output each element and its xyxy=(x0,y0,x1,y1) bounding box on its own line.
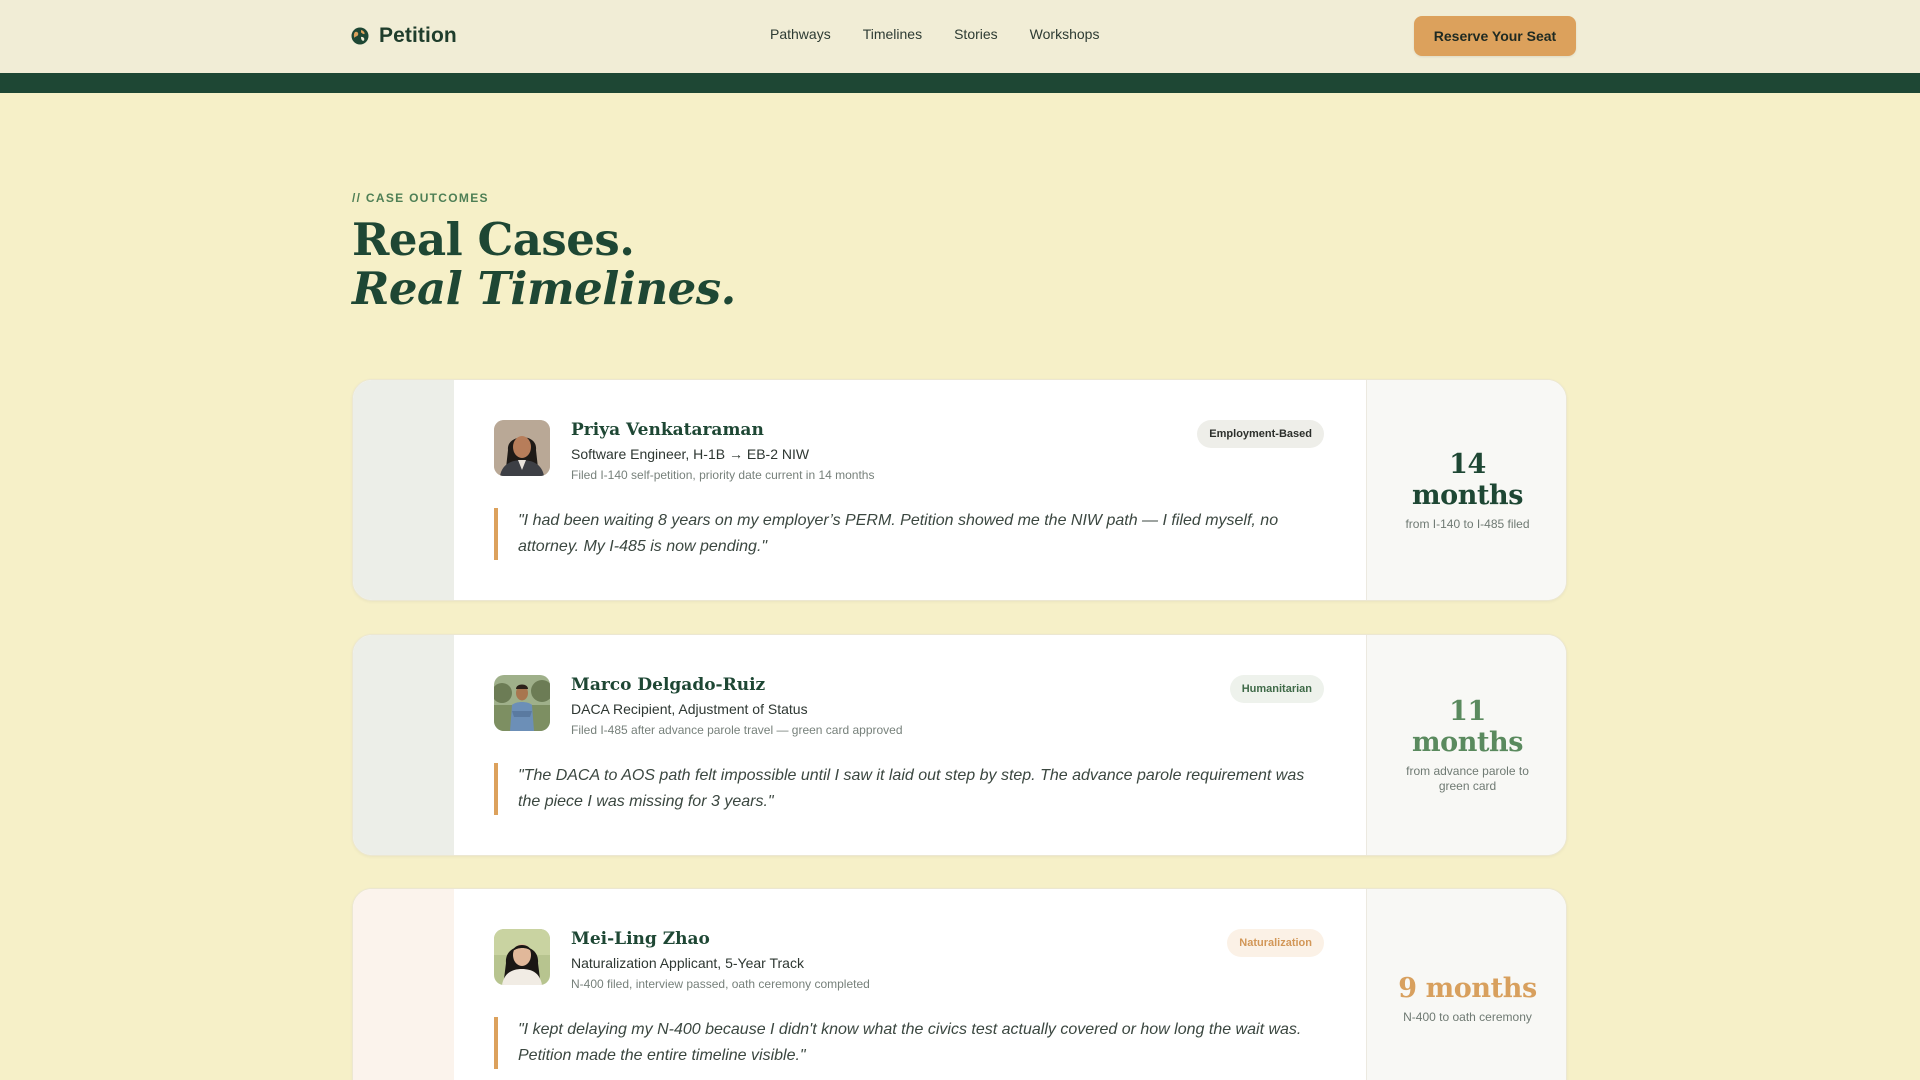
case-person-name: Marco Delgado-Ruiz xyxy=(571,675,766,695)
category-badge: Humanitarian xyxy=(1229,675,1324,703)
card-side-panel xyxy=(353,889,454,1080)
main-nav: Pathways Timelines Stories Workshops xyxy=(770,26,1099,42)
case-person-name: Mei-Ling Zhao xyxy=(571,929,710,949)
avatar xyxy=(494,420,550,476)
section-headline: Real Cases. Real Timelines. xyxy=(352,215,736,313)
card-side-panel xyxy=(353,635,454,855)
category-badge: Employment-Based xyxy=(1197,420,1324,448)
brand-logo-link[interactable]: Petition xyxy=(351,22,457,50)
case-card: Priya Venkataraman Software Engineer, H-… xyxy=(352,379,1567,601)
case-person-role: DACA Recipient, Adjustment of Status xyxy=(571,701,808,717)
stat-caption: from I-140 to I-485 filed xyxy=(1405,516,1530,531)
reserve-seat-button[interactable]: Reserve Your Seat xyxy=(1414,16,1576,56)
case-card: Mei-Ling Zhao Naturalization Applicant, … xyxy=(352,888,1567,1080)
globe-logo-icon xyxy=(351,27,369,45)
testimonial-quote: "I kept delaying my N-400 because I didn… xyxy=(494,1017,1324,1069)
timeline-stat: 11 months from advance parole to green c… xyxy=(1366,635,1566,855)
case-person-role: Software Engineer, H-1B → EB-2 NIW xyxy=(571,446,810,462)
stat-caption: from advance parole to green card xyxy=(1406,764,1529,793)
case-person-name: Priya Venkataraman xyxy=(571,420,764,440)
avatar xyxy=(494,929,550,985)
nav-link-workshops[interactable]: Workshops xyxy=(1030,26,1100,42)
section-eyebrow: // CASE OUTCOMES xyxy=(352,191,489,205)
person-photo-icon xyxy=(494,420,550,476)
testimonial-quote: "The DACA to AOS path felt impossible un… xyxy=(494,763,1324,815)
headline-line-1: Real Cases. xyxy=(352,213,635,266)
person-photo-icon xyxy=(494,675,550,731)
nav-link-stories[interactable]: Stories xyxy=(954,26,998,42)
nav-link-timelines[interactable]: Timelines xyxy=(863,26,922,42)
stat-value: 9 months xyxy=(1398,973,1537,1004)
case-person-role: Naturalization Applicant, 5-Year Track xyxy=(571,955,804,971)
avatar xyxy=(494,675,550,731)
case-detail: N-400 filed, interview passed, oath cere… xyxy=(571,977,870,991)
category-badge: Naturalization xyxy=(1227,929,1324,957)
headline-line-2: Real Timelines. xyxy=(352,262,736,315)
brand-name: Petition xyxy=(379,24,457,47)
nav-link-pathways[interactable]: Pathways xyxy=(770,26,831,42)
testimonial-quote: "I had been waiting 8 years on my employ… xyxy=(494,508,1324,560)
case-detail: Filed I-485 after advance parole travel … xyxy=(571,723,903,737)
card-side-panel xyxy=(353,380,454,600)
header-accent-stripe xyxy=(0,73,1920,93)
top-nav-bar: Petition Pathways Timelines Stories Work… xyxy=(0,0,1920,73)
stat-value: 14 months xyxy=(1411,448,1524,511)
stat-caption: N-400 to oath ceremony xyxy=(1403,1010,1532,1024)
person-photo-icon xyxy=(494,929,550,985)
case-card: Marco Delgado-Ruiz DACA Recipient, Adjus… xyxy=(352,634,1567,856)
timeline-stat: 14 months from I-140 to I-485 filed xyxy=(1366,380,1566,600)
stat-value: 11 months xyxy=(1411,696,1524,758)
case-detail: Filed I-140 self-petition, priority date… xyxy=(571,468,875,482)
timeline-stat: 9 months N-400 to oath ceremony xyxy=(1366,889,1566,1080)
